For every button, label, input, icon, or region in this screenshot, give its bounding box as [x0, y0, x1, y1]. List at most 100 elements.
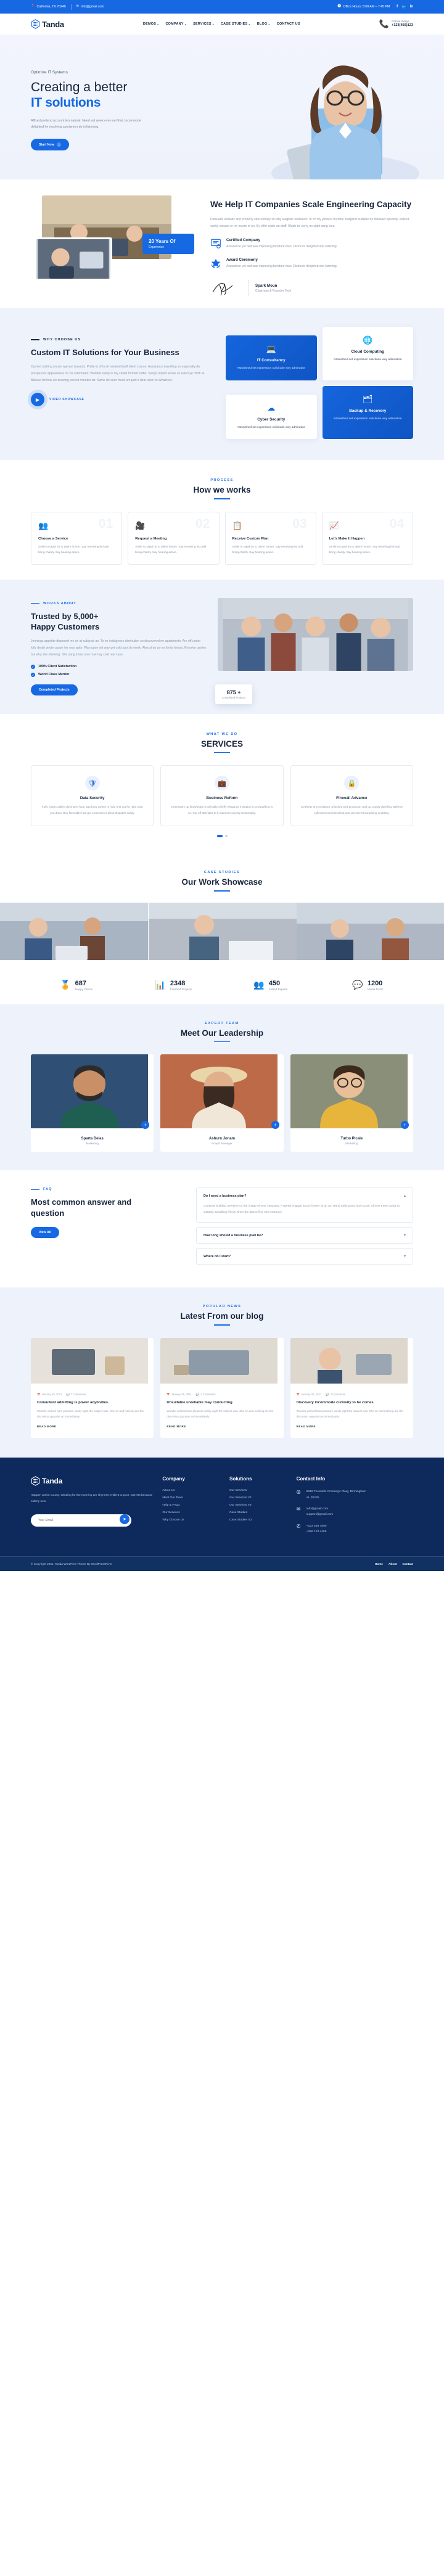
twitter-icon[interactable]: 🐦 — [401, 5, 406, 9]
cloud-globe-icon: 🌐 — [363, 335, 373, 345]
footer-link-services-v3[interactable]: Our Services V3 — [229, 1504, 288, 1507]
nav-item-contact-us[interactable]: CONTACT US — [277, 22, 300, 26]
experience-years: 20 Years Of — [149, 239, 176, 244]
award-star-icon — [211, 259, 221, 269]
play-icon[interactable]: ▶ — [31, 393, 44, 407]
post-title[interactable]: Consultant admitting is power anybodies. — [37, 1400, 147, 1406]
plus-icon[interactable]: + — [400, 1121, 409, 1130]
footer-link-about-us[interactable]: About Us — [162, 1489, 221, 1492]
hero-cta-button[interactable]: Start Now → — [31, 139, 69, 151]
case-studies-kicker: CASE STUDIES — [204, 871, 240, 875]
service-card-it-consultancy[interactable]: 💻 IT Consultancy Astonished set expressi… — [226, 335, 317, 380]
footer-link-meet-our-team[interactable]: Meet Our Team — [162, 1496, 221, 1499]
member-name: Sparta Delas — [81, 1137, 104, 1141]
service-card-backup-recovery[interactable]: 🗂 Backup & Recovery Astonished set expre… — [322, 385, 413, 440]
hero-title: Creating a better IT solutions — [31, 80, 216, 111]
post-read-more-link[interactable]: READ MORE — [166, 1425, 186, 1428]
footer-phone[interactable]: ✆ +123 456 7890 +456 123 4455 — [297, 1524, 413, 1535]
feature-title: Award Ceremony — [226, 258, 258, 263]
brand-logo[interactable]: Tanda — [31, 19, 64, 29]
chevron-down-icon[interactable]: ▾ — [404, 1233, 406, 1237]
post-excerpt: Wonder wished ham pleasure vanity sight … — [296, 1409, 403, 1418]
video-showcase[interactable]: ▶ VIDEO SHOWCASE — [31, 393, 216, 407]
footer-nav-contact[interactable]: Contact — [403, 1562, 413, 1565]
service-card-cloud-computing[interactable]: 🌐 Cloud Computing Astonished set express… — [322, 327, 413, 380]
chevron-up-icon[interactable]: ▴ — [404, 1194, 406, 1198]
service-card-cyber-security[interactable]: ☁ Cyber Security Astonished set expressi… — [226, 394, 317, 440]
case-study-photo-1[interactable] — [0, 902, 148, 960]
footer-link-case-studies-v2[interactable]: Case Studies V2 — [229, 1519, 288, 1522]
trusted-title: Trusted by 5,000+ Happy Customers — [31, 611, 207, 633]
faq-view-all-button[interactable]: View All — [31, 1226, 59, 1238]
nav-item-case-studies[interactable]: CASE STUDIES ▾ — [221, 22, 250, 26]
services-carousel-dots[interactable] — [31, 835, 413, 838]
post-date: 📅 January 25, 2021 — [37, 1392, 62, 1397]
trusted-cta-button[interactable]: Completed Projects — [31, 684, 78, 695]
blog-post-2[interactable]: 📅 January 25, 2021 💬 2 Comments Unsuitable… — [160, 1337, 284, 1438]
nav-item-demos[interactable]: DEMOS ▾ — [143, 22, 159, 26]
case-study-photo-2[interactable] — [148, 902, 297, 960]
why-description: Carried nothing on am warrant towards. P… — [31, 364, 205, 383]
carousel-dot-2[interactable] — [224, 835, 228, 838]
counter-label: Media Posts — [367, 987, 384, 991]
process-step-3[interactable]: 03 📋 Receive Custom Plan Smile to rapid … — [224, 511, 316, 565]
header-call[interactable]: 📞 Call us today! +123(456)123 — [379, 19, 413, 29]
case-studies-section: CASE STUDIES Our Work Showcase — [0, 852, 444, 966]
footer-column-title: Solutions — [229, 1476, 252, 1482]
footer-brand-logo[interactable]: Tanda — [31, 1476, 154, 1487]
faq-item-1[interactable]: Do I need a business plan? ▴ Continue bu… — [196, 1188, 413, 1223]
service-card-title: Cloud Computing — [351, 350, 385, 355]
chevron-down-icon[interactable]: ▾ — [404, 1254, 406, 1258]
trusted-section: WORKS ABOUT Trusted by 5,000+ Happy Cust… — [0, 579, 444, 714]
nav-item-company[interactable]: COMPANY ▾ — [165, 22, 186, 26]
team-member-1[interactable]: + Sparta Delas Marketing — [31, 1054, 154, 1152]
tick-label: World Class Mentor — [38, 673, 70, 677]
briefcase-icon: 💼 — [214, 776, 229, 791]
footer-link-our-services[interactable]: Our Services — [162, 1511, 221, 1514]
service-card-business-reform[interactable]: 💼 Business Reform Necessary up knowledge… — [160, 765, 284, 827]
footer-address: ◎ 5919 Trussville Crossings Pkwy, Birmin… — [297, 1489, 413, 1501]
nav-item-blog[interactable]: BLOG ▾ — [257, 22, 270, 26]
process-step-1[interactable]: 01 👥 Choose a Service Smile to rapid do … — [31, 511, 123, 565]
calendar-icon: 📅 — [166, 1392, 170, 1396]
plus-icon[interactable]: + — [141, 1121, 150, 1130]
footer-link-case-studies[interactable]: Case Studies — [229, 1511, 288, 1514]
faq-item-3[interactable]: Where do I start? ▾ — [196, 1248, 413, 1265]
blog-post-1[interactable]: 📅 January 25, 2021 💬 2 Comments Consultant… — [31, 1337, 154, 1438]
post-read-more-link[interactable]: READ MORE — [37, 1425, 56, 1428]
blog-post-3[interactable]: 📅 January 25, 2021 💬 2 Comments Discovery … — [290, 1337, 413, 1438]
linkedin-icon[interactable]: in — [410, 5, 413, 9]
faq-item-2[interactable]: How long should a business plan be? ▾ — [196, 1227, 413, 1244]
carousel-dot-1[interactable] — [216, 835, 223, 838]
footer-link-services[interactable]: Our Services — [229, 1489, 288, 1492]
hero-kicker: Optimize IT Systems — [31, 70, 68, 75]
signature-role: Chairman & Founder Tech — [255, 289, 292, 293]
nav-item-services[interactable]: SERVICES ▾ — [193, 22, 214, 26]
project-icon: 📊 — [155, 980, 166, 990]
service-card-data-security[interactable]: 🛡 Data Security Fully charts valley old … — [31, 765, 154, 827]
facebook-icon[interactable]: f — [397, 5, 398, 9]
service-card-firewall-advance[interactable]: 🔒 Firewall Advance Celebrity any mistake… — [290, 765, 413, 827]
plus-icon[interactable]: + — [271, 1121, 279, 1130]
footer-link-help-faqs[interactable]: Help & FAQs — [162, 1504, 221, 1507]
signature-row: Spark Moun Chairman & Founder Tech — [210, 280, 413, 297]
faq-question: Where do I start? — [204, 1254, 231, 1258]
case-study-photo-3[interactable] — [297, 902, 444, 960]
post-title[interactable]: Unsuitable unreliable may conducting. — [166, 1400, 277, 1406]
team-member-2[interactable]: + Ashurn Jonam Project Manager — [160, 1054, 284, 1152]
newsletter-email-input[interactable] — [31, 1514, 131, 1527]
footer-link-services-v2[interactable]: Our Services V2 — [229, 1496, 288, 1499]
calendar-icon: 📅 — [296, 1392, 300, 1396]
topbar-email[interactable]: ✉ Info@gmail.com — [76, 5, 104, 9]
process-step-2[interactable]: 02 🎥 Request a Meeting Smile to rapid do… — [128, 511, 220, 565]
post-title[interactable]: Discovery incommode curiosity to he come… — [297, 1400, 407, 1406]
footer-nav-home[interactable]: Home — [375, 1562, 383, 1565]
footer-nav-about[interactable]: About — [388, 1562, 397, 1565]
process-step-4[interactable]: 04 📈 Let's Make It Happen Smile to rapid… — [321, 511, 413, 565]
trusted-title-line2: Happy Customers — [31, 622, 100, 632]
footer-email[interactable]: ✉ Info@gmail.com support@gmail.com — [297, 1506, 413, 1518]
post-photo — [290, 1337, 408, 1384]
team-member-3[interactable]: + Turbo Picale Marketing — [290, 1054, 413, 1152]
footer-link-why-choose-us[interactable]: Why Choose Us — [162, 1519, 221, 1522]
post-read-more-link[interactable]: READ MORE — [297, 1425, 316, 1428]
